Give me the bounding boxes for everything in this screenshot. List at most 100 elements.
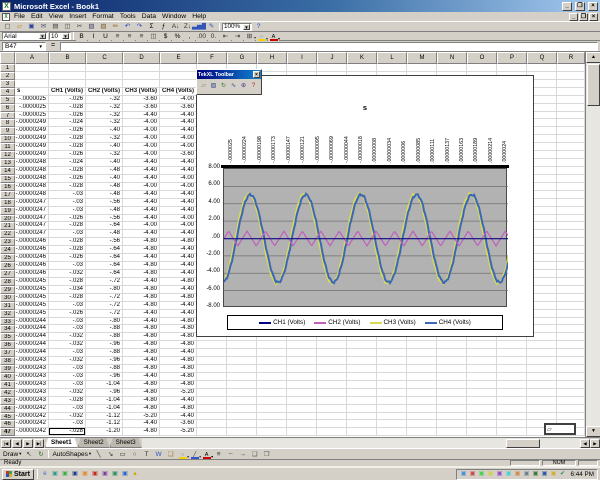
cell-d36[interactable]: -4.80 <box>123 341 160 349</box>
sheet-nav-button[interactable]: ▶| <box>34 439 44 448</box>
cell-n40[interactable] <box>437 373 467 381</box>
cell-b33[interactable]: -.03 <box>49 318 86 326</box>
start-button[interactable]: Start <box>2 469 34 480</box>
cell-m47[interactable] <box>407 428 437 436</box>
cell-a3[interactable] <box>15 80 49 88</box>
drawing-icon[interactable]: ✎ <box>206 22 217 31</box>
cell-c29[interactable]: -.80 <box>86 286 123 294</box>
cell-j44[interactable] <box>317 405 347 413</box>
cell-i38[interactable] <box>287 357 317 365</box>
paste-icon[interactable]: ▧ <box>98 22 109 31</box>
cell-e47[interactable]: -5.20 <box>160 428 197 436</box>
cell-p43[interactable] <box>497 397 527 405</box>
cell-r4[interactable] <box>557 88 585 96</box>
cell-c41[interactable]: -1.04 <box>86 381 123 389</box>
cell-p47[interactable] <box>497 428 527 436</box>
cell-g47[interactable] <box>227 428 257 436</box>
row-header-47[interactable]: 47 <box>0 428 15 436</box>
row-header-28[interactable]: 28 <box>0 278 15 286</box>
cell-e35[interactable]: -4.80 <box>160 333 197 341</box>
cell-k40[interactable] <box>347 373 377 381</box>
open-icon[interactable]: ▱ <box>14 22 25 31</box>
cell-a30[interactable]: -.00000245 <box>15 294 49 302</box>
cell-a32[interactable]: -.00000245 <box>15 310 49 318</box>
refresh-icon[interactable]: ↻ <box>219 80 228 92</box>
cell-e9[interactable]: -4.40 <box>160 127 197 135</box>
cell-h40[interactable] <box>257 373 287 381</box>
cell-b24[interactable]: -.028 <box>49 246 86 254</box>
quick-launch-icon[interactable]: ▣ <box>71 470 79 479</box>
cell-r34[interactable] <box>557 325 585 333</box>
cell-k47[interactable] <box>347 428 377 436</box>
cell-l37[interactable] <box>377 349 407 357</box>
cell-a45[interactable]: -.00000242 <box>15 413 49 421</box>
cell-k41[interactable] <box>347 381 377 389</box>
cell-d2[interactable] <box>123 72 160 80</box>
cell-k1[interactable] <box>347 64 377 72</box>
cell-a10[interactable]: -.00000249 <box>15 135 49 143</box>
quick-launch-icon[interactable]: ▣ <box>101 470 109 479</box>
cell-d39[interactable]: -4.80 <box>123 365 160 373</box>
cell-c37[interactable]: -.88 <box>86 349 123 357</box>
align-left-button[interactable]: ≡ <box>112 32 123 41</box>
cell-j41[interactable] <box>317 381 347 389</box>
cell-i40[interactable] <box>287 373 317 381</box>
cell-k37[interactable] <box>347 349 377 357</box>
cell-n45[interactable] <box>437 413 467 421</box>
cell-h36[interactable] <box>257 341 287 349</box>
cell-i47[interactable] <box>287 428 317 436</box>
cell-n42[interactable] <box>437 389 467 397</box>
cell-k38[interactable] <box>347 357 377 365</box>
cell-l1[interactable] <box>377 64 407 72</box>
cell-a40[interactable]: -.00000243 <box>15 373 49 381</box>
settings-icon[interactable]: ⊕ <box>239 80 248 92</box>
cell-b5[interactable]: -.026 <box>49 96 86 104</box>
column-header-l[interactable]: L <box>377 52 407 64</box>
row-header-32[interactable]: 32 <box>0 310 15 318</box>
row-header-33[interactable]: 33 <box>0 318 15 326</box>
cell-a38[interactable]: -.00000243 <box>15 357 49 365</box>
cell-c38[interactable]: -.96 <box>86 357 123 365</box>
cell-c7[interactable]: -.32 <box>86 112 123 120</box>
cell-e33[interactable]: -4.80 <box>160 318 197 326</box>
cell-k36[interactable] <box>347 341 377 349</box>
cell-d15[interactable]: -4.40 <box>123 175 160 183</box>
menu-item-edit[interactable]: Edit <box>28 13 46 20</box>
cell-c20[interactable]: -.56 <box>86 215 123 223</box>
cell-a19[interactable]: -.00000247 <box>15 207 49 215</box>
row-header-35[interactable]: 35 <box>0 333 15 341</box>
cell-g39[interactable] <box>227 365 257 373</box>
cell-i36[interactable] <box>287 341 317 349</box>
cell-c40[interactable]: -.96 <box>86 373 123 381</box>
cell-r21[interactable] <box>557 222 585 230</box>
column-header-p[interactable]: P <box>497 52 527 64</box>
cell-a34[interactable]: -.00000244 <box>15 325 49 333</box>
cell-e36[interactable]: -4.80 <box>160 341 197 349</box>
cell-l46[interactable] <box>377 420 407 428</box>
cell-f42[interactable] <box>197 389 227 397</box>
row-header-19[interactable]: 19 <box>0 207 15 215</box>
cell-e22[interactable]: -4.40 <box>160 230 197 238</box>
cell-a43[interactable]: -.00000243 <box>15 397 49 405</box>
cell-p44[interactable] <box>497 405 527 413</box>
cell-g44[interactable] <box>227 405 257 413</box>
row-header-18[interactable]: 18 <box>0 199 15 207</box>
cell-l45[interactable] <box>377 413 407 421</box>
cell-h45[interactable] <box>257 413 287 421</box>
line-color-icon[interactable]: ╱▾ <box>189 450 200 459</box>
cell-n41[interactable] <box>437 381 467 389</box>
cell-q1[interactable] <box>527 64 557 72</box>
chevron-down-icon[interactable]: ▼ <box>39 33 46 39</box>
cell-p39[interactable] <box>497 365 527 373</box>
cell-a25[interactable]: -.00000246 <box>15 254 49 262</box>
cell-d9[interactable]: -4.00 <box>123 127 160 135</box>
tray-icon[interactable]: ▣ <box>478 470 486 479</box>
sheet-tab-sheet2[interactable]: Sheet2 <box>78 438 110 448</box>
cell-b8[interactable]: -.024 <box>49 119 86 127</box>
cell-r23[interactable] <box>557 238 585 246</box>
cell-d20[interactable]: -4.40 <box>123 215 160 223</box>
cell-n44[interactable] <box>437 405 467 413</box>
cell-r32[interactable] <box>557 310 585 318</box>
cell-b30[interactable]: -.028 <box>49 294 86 302</box>
row-header-17[interactable]: 17 <box>0 191 15 199</box>
